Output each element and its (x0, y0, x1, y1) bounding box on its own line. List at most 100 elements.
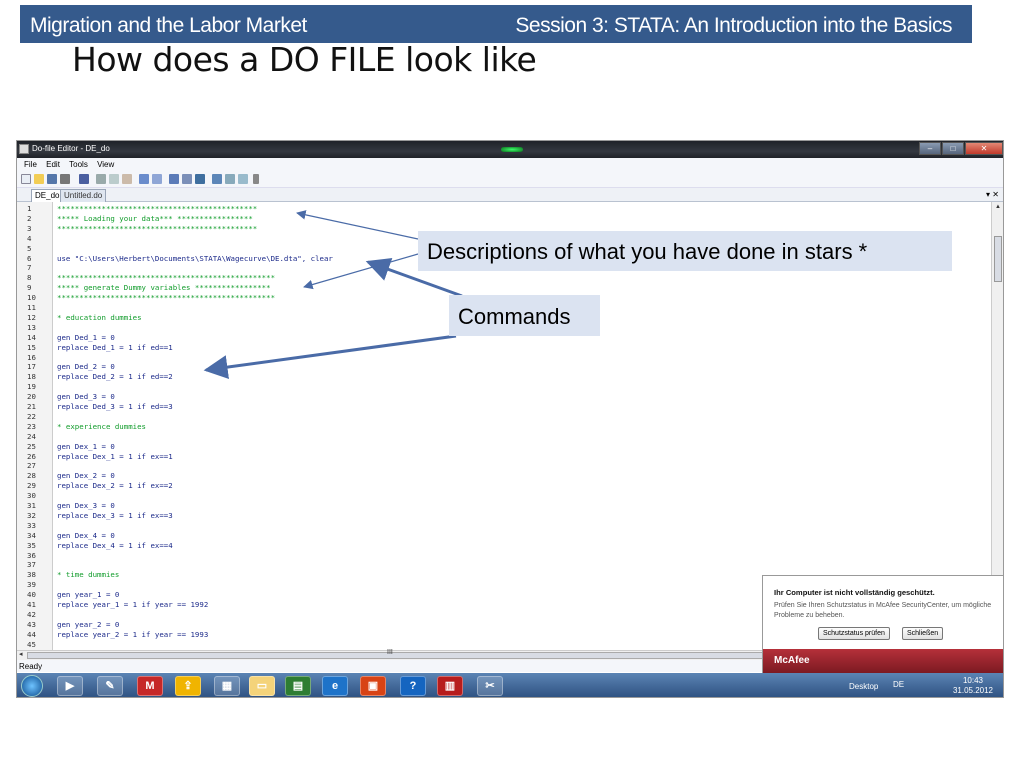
bsplayer-icon[interactable]: ⇪ (175, 676, 201, 696)
code-line[interactable]: 16 (17, 353, 977, 363)
tab-de-do[interactable]: DE_do (31, 189, 64, 202)
code-line[interactable]: 21 replace Ded_3 = 1 if ed==3 (17, 402, 977, 412)
language-indicator[interactable]: DE (893, 680, 904, 689)
run-selection-icon[interactable] (212, 174, 222, 184)
clock[interactable]: 10:43 31.05.2012 (953, 676, 993, 696)
code-line[interactable]: 25 gen Dex_1 = 0 (17, 442, 977, 452)
cut-icon[interactable] (96, 174, 106, 184)
code-text: gen Dex_3 = 0 (57, 501, 115, 510)
code-line[interactable]: 23 * experience dummies (17, 422, 977, 432)
code-line[interactable]: 20 gen Ded_3 = 0 (17, 392, 977, 402)
code-text: * education dummies (57, 312, 142, 322)
line-number: 27 (27, 461, 36, 471)
code-line[interactable]: 27 (17, 461, 977, 471)
code-line[interactable]: 31 gen Dex_3 = 0 (17, 501, 977, 511)
run-file-icon[interactable] (225, 174, 235, 184)
explorer-folder-icon[interactable]: ▭ (249, 676, 275, 696)
save-icon[interactable] (47, 174, 57, 184)
mcafee-taskbar-icon[interactable]: M (137, 676, 163, 696)
menu-edit[interactable]: Edit (46, 160, 60, 169)
code-text: gen Dex_1 = 0 (57, 441, 115, 451)
code-line[interactable]: 15 replace Ded_1 = 1 if ed==1 (17, 343, 977, 353)
code-line[interactable]: 34 gen Dex_4 = 0 (17, 531, 977, 541)
copy-icon[interactable] (109, 174, 119, 184)
code-line[interactable]: 30 (17, 491, 977, 501)
code-line[interactable]: 8 ***************************************… (17, 273, 977, 283)
code-line[interactable]: 19 (17, 382, 977, 392)
line-number: 10 (27, 293, 36, 303)
vertical-scroll-thumb[interactable] (994, 236, 1002, 282)
internet-explorer-icon[interactable]: e (322, 676, 348, 696)
status-text: Ready (19, 662, 43, 671)
code-text: replace Dex_4 = 1 if ex==4 (57, 540, 173, 550)
line-number: 1 (27, 204, 32, 213)
open-folder-icon[interactable] (34, 174, 44, 184)
code-line[interactable]: 36 (17, 551, 977, 561)
minimize-icon[interactable]: – (919, 142, 941, 155)
snipping-tool-icon[interactable]: ✂ (477, 676, 503, 696)
do-file-icon[interactable] (238, 174, 248, 184)
start-button-icon[interactable] (21, 675, 43, 697)
tab-list-dropdown-icon[interactable]: ▾ ✕ (986, 190, 999, 199)
code-line[interactable]: 17 gen Ded_2 = 0 (17, 362, 977, 372)
slide: Migration and the Labor Market Session 3… (0, 0, 1024, 768)
horizontal-scroll-thumb[interactable] (27, 652, 772, 659)
code-line[interactable]: 2 ***** Loading your data*** ************… (17, 214, 977, 224)
line-number: 36 (27, 550, 36, 560)
line-number: 2 (27, 213, 32, 223)
mcafee-brand-bar: McAfee (763, 649, 1003, 673)
code-line[interactable]: 32 replace Dex_3 = 1 if ex==3 (17, 511, 977, 521)
paint-icon[interactable]: ✎ (97, 676, 123, 696)
line-number: 14 (27, 332, 36, 342)
code-line[interactable]: 24 (17, 432, 977, 442)
check-status-button[interactable]: Schutzstatus prüfen (818, 627, 890, 640)
window-controls: – □ ✕ (919, 142, 1003, 155)
menu-file[interactable]: File (24, 160, 37, 169)
menu-view[interactable]: View (97, 160, 114, 169)
menu-tools[interactable]: Tools (69, 160, 88, 169)
paste-icon[interactable] (122, 174, 132, 184)
code-line[interactable]: 29 replace Dex_2 = 1 if ex==2 (17, 481, 977, 491)
tab-untitled-do[interactable]: Untitled.do (60, 189, 107, 202)
code-line[interactable]: 22 (17, 412, 977, 422)
calculator-icon[interactable]: ▦ (214, 676, 240, 696)
notification-body: Prüfen Sie Ihren Schutzstatus in McAfee … (774, 602, 992, 619)
powerpoint-icon[interactable]: ▣ (360, 676, 386, 696)
desktop-toolbar-label[interactable]: Desktop (849, 682, 878, 691)
code-line[interactable]: 26 replace Dex_1 = 1 if ex==1 (17, 452, 977, 462)
outdent-icon[interactable] (182, 174, 192, 184)
code-line[interactable]: 9 ***** generate Dummy variables ********… (17, 283, 977, 293)
undo-icon[interactable] (139, 174, 149, 184)
scroll-up-icon[interactable]: ▲ (995, 204, 1001, 210)
line-number: 17 (27, 362, 36, 372)
stata-taskbar-icon[interactable]: ▥ (437, 676, 463, 696)
notification-title: Ihr Computer ist nicht vollständig gesch… (774, 588, 935, 597)
scroll-left-icon[interactable]: ◂ (19, 650, 23, 658)
media-player-icon[interactable]: ▶ (57, 676, 83, 696)
code-line[interactable]: 35 replace Dex_4 = 1 if ex==4 (17, 541, 977, 551)
find-icon[interactable] (79, 174, 89, 184)
line-number: 12 (27, 312, 36, 322)
code-line[interactable]: 33 (17, 521, 977, 531)
line-number: 13 (27, 322, 36, 332)
code-line[interactable]: 28 gen Dex_2 = 0 (17, 471, 977, 481)
indent-icon[interactable] (169, 174, 179, 184)
close-icon[interactable]: ✕ (965, 142, 1003, 155)
toolbar-overflow-icon[interactable] (253, 174, 259, 184)
code-line[interactable]: 18 replace Ded_2 = 1 if ed==2 (17, 372, 977, 382)
help-icon[interactable]: ? (400, 676, 426, 696)
line-number: 34 (27, 530, 36, 540)
code-text: replace Ded_3 = 1 if ed==3 (57, 402, 173, 411)
slide-header: Migration and the Labor Market Session 3… (20, 5, 972, 43)
close-notification-button[interactable]: Schließen (902, 627, 944, 640)
bookmark-icon[interactable] (195, 174, 205, 184)
excel-icon[interactable]: ▤ (285, 676, 311, 696)
code-line[interactable]: 1 ***************************************… (17, 204, 977, 214)
maximize-icon[interactable]: □ (942, 142, 964, 155)
print-icon[interactable] (60, 174, 70, 184)
window-titlebar[interactable]: Do-file Editor - DE_do – □ ✕ (17, 141, 1003, 158)
redo-icon[interactable] (152, 174, 162, 184)
code-line[interactable]: 37 (17, 560, 977, 570)
new-file-icon[interactable] (21, 174, 31, 184)
stata-app-icon (19, 144, 29, 154)
